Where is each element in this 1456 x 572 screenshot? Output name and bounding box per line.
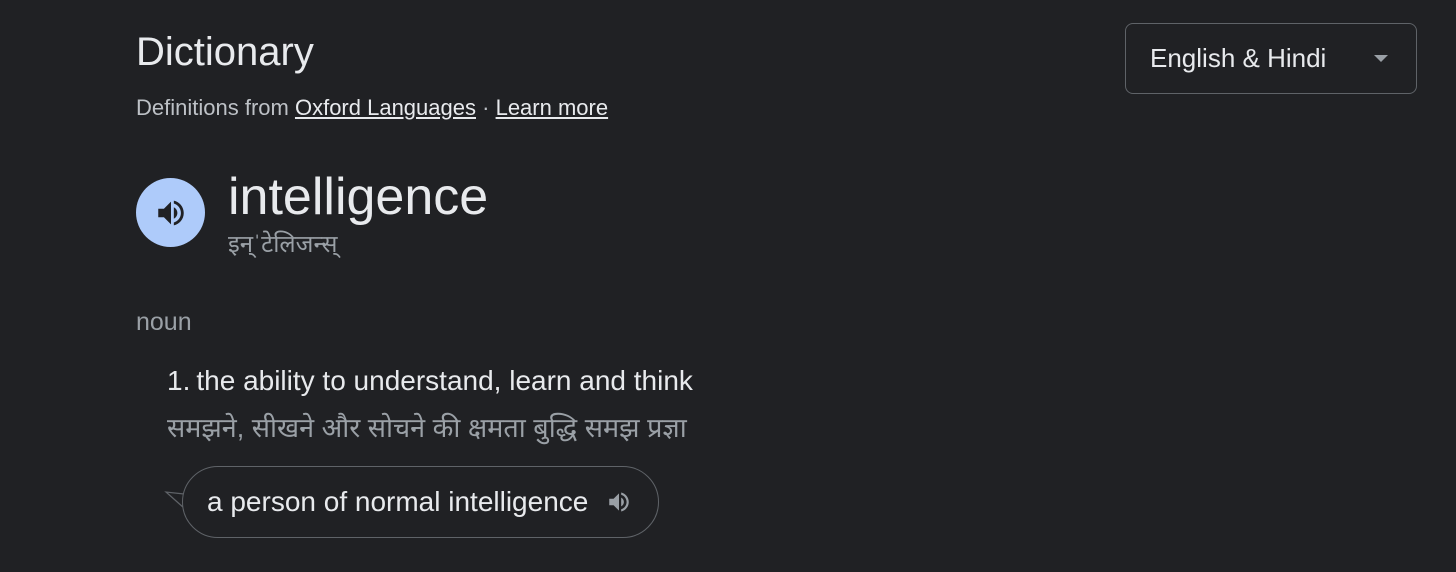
- chevron-down-icon: [1374, 55, 1388, 62]
- sense-definition: 1. the ability to understand, learn and t…: [167, 362, 693, 400]
- pronunciation-button[interactable]: [136, 178, 205, 247]
- oxford-languages-link[interactable]: Oxford Languages: [295, 95, 476, 120]
- sense-number: 1.: [167, 365, 191, 396]
- language-select[interactable]: English & Hindi: [1125, 23, 1417, 94]
- phonetic-spelling: इन्ˈटेलिजन्स्: [228, 231, 338, 258]
- source-prefix: Definitions from: [136, 95, 289, 120]
- example-speaker-button[interactable]: [606, 489, 632, 515]
- learn-more-link[interactable]: Learn more: [496, 95, 609, 120]
- language-select-value: English & Hindi: [1150, 43, 1327, 73]
- page-title: Dictionary: [136, 30, 314, 74]
- definition-source: Definitions from Oxford Languages · Lear…: [136, 94, 608, 122]
- definition-text: the ability to understand, learn and thi…: [196, 365, 693, 396]
- sense-translation: समझने, सीखने और सोचने की क्षमता बुद्धि स…: [167, 413, 687, 443]
- example-text: a person of normal intelligence: [207, 486, 589, 517]
- example-sentence: a person of normal intelligence: [182, 466, 660, 538]
- source-separator: ·: [482, 95, 490, 120]
- speaker-icon: [609, 492, 630, 512]
- part-of-speech: noun: [136, 308, 192, 336]
- speaker-icon: [157, 200, 184, 225]
- headword: intelligence: [228, 168, 489, 226]
